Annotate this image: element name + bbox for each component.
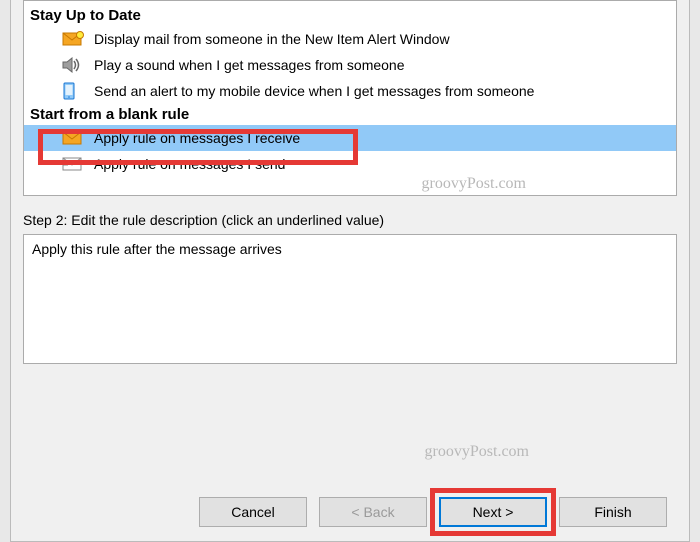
watermark-text: groovyPost.com <box>422 175 526 193</box>
rule-item-receive[interactable]: Apply rule on messages I receive <box>24 125 676 151</box>
watermark-text-2: groovyPost.com <box>425 443 529 461</box>
finish-button[interactable]: Finish <box>559 497 667 527</box>
mobile-icon <box>62 82 86 100</box>
rules-wizard-dialog: Stay Up to Date Display mail from someon… <box>10 0 690 542</box>
step2-label: Step 2: Edit the rule description (click… <box>23 212 677 228</box>
envelope-out-icon <box>62 156 86 172</box>
rule-template-list: Stay Up to Date Display mail from someon… <box>23 0 677 196</box>
envelope-in-icon <box>62 130 86 146</box>
rule-description-box[interactable]: Apply this rule after the message arrive… <box>23 234 677 364</box>
cancel-button[interactable]: Cancel <box>199 497 307 527</box>
rule-item-label: Display mail from someone in the New Ite… <box>94 29 450 49</box>
rule-item-mobile-alert[interactable]: Send an alert to my mobile device when I… <box>24 78 676 104</box>
rule-item-label: Apply rule on messages I send <box>94 154 285 174</box>
rule-item-send[interactable]: Apply rule on messages I send <box>24 151 676 177</box>
rule-description-text: Apply this rule after the message arrive… <box>32 241 282 257</box>
back-button: < Back <box>319 497 427 527</box>
rule-item-label: Apply rule on messages I receive <box>94 128 300 148</box>
rule-item-label: Send an alert to my mobile device when I… <box>94 81 534 101</box>
envelope-alert-icon <box>62 31 86 47</box>
rule-item-label: Play a sound when I get messages from so… <box>94 55 405 75</box>
next-button[interactable]: Next > <box>439 497 547 527</box>
section-header-stay-up-to-date: Stay Up to Date <box>24 5 676 26</box>
rule-item-new-alert[interactable]: Display mail from someone in the New Ite… <box>24 26 676 52</box>
rule-item-play-sound[interactable]: Play a sound when I get messages from so… <box>24 52 676 78</box>
speaker-icon <box>62 57 86 73</box>
section-header-blank-rule: Start from a blank rule <box>24 104 676 125</box>
wizard-button-row: Cancel < Back Next > Finish <box>199 497 667 527</box>
